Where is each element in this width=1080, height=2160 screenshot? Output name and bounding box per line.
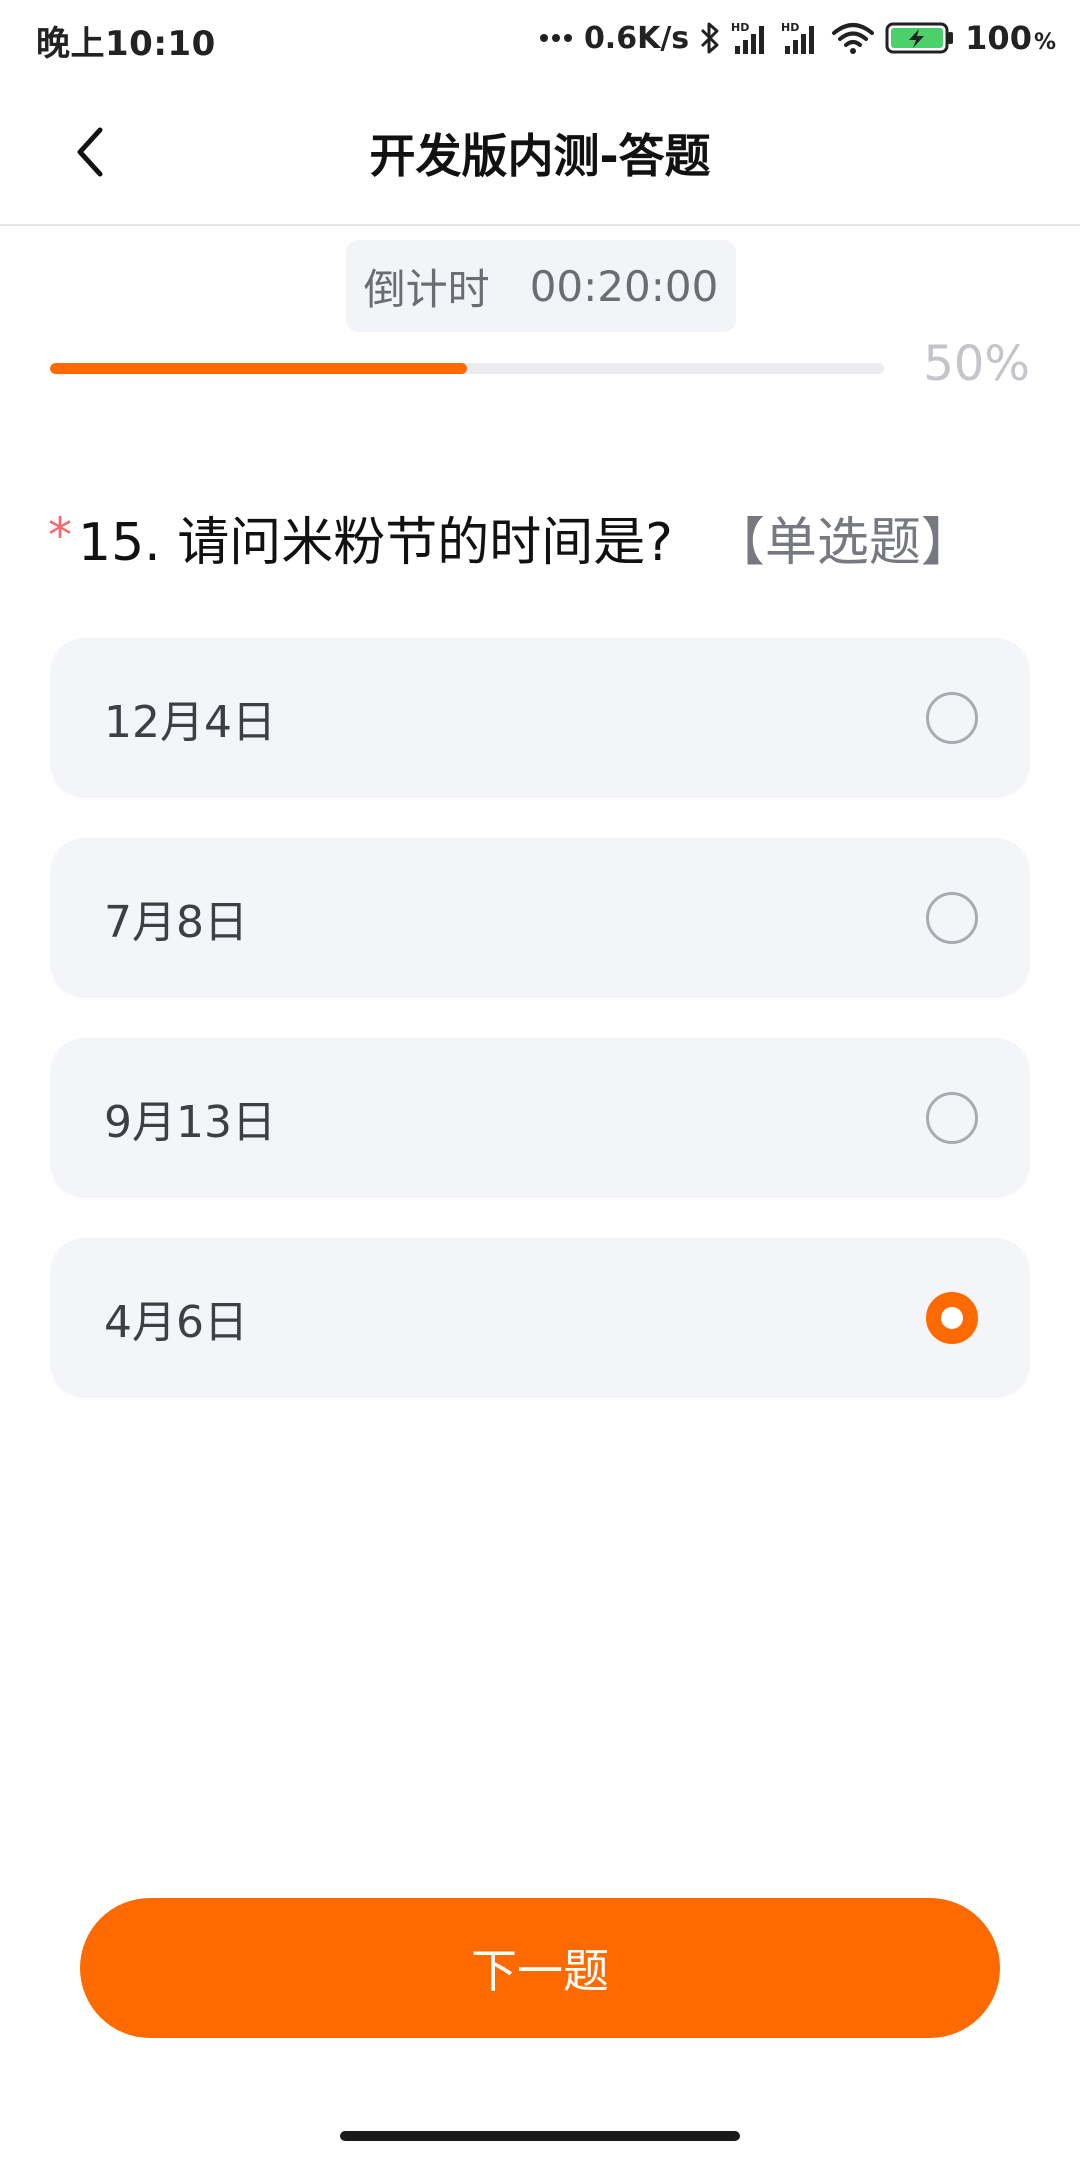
more-dots-icon: [538, 32, 574, 44]
status-time: 晚上10:10: [36, 24, 216, 64]
signal-icon-1: HD: [731, 20, 771, 56]
status-bar: 晚上10:10 0.6K/s HD HD 100%: [0, 0, 1080, 76]
countdown-timer: 倒计时 00:20:00: [346, 240, 736, 332]
option-item[interactable]: 9月13日: [50, 1038, 1030, 1198]
battery-level: 100%: [965, 19, 1056, 57]
option-item[interactable]: 4月6日: [50, 1238, 1030, 1398]
countdown-label: 倒计时: [363, 264, 490, 314]
status-icons: 0.6K/s HD HD 100%: [538, 14, 1056, 62]
signal-2-hd-label: HD: [781, 21, 799, 34]
signal-1-hd-label: HD: [731, 21, 749, 34]
question-type: 【单选题】: [712, 513, 973, 573]
progress-bar: [50, 363, 884, 374]
required-mark: *: [48, 508, 72, 564]
page-title: 开发版内测-答题: [369, 129, 711, 183]
progress-percent: 50%: [923, 336, 1030, 392]
question-text: 15. 请问米粉节的时间是?: [78, 513, 673, 573]
option-label: 9月13日: [104, 1097, 276, 1148]
countdown-value: 00:20:00: [529, 261, 719, 311]
question: * 15. 请问米粉节的时间是? 【单选题】: [48, 500, 1048, 575]
option-label: 12月4日: [104, 697, 276, 748]
battery-icon: [885, 21, 955, 55]
option-label: 7月8日: [104, 897, 248, 948]
network-speed: 0.6K/s: [583, 20, 690, 56]
option-item[interactable]: 7月8日: [50, 838, 1030, 998]
header: 开发版内测-答题: [0, 76, 1080, 226]
options-list: 12月4日 7月8日 9月13日 4月6日: [50, 638, 1030, 1438]
radio-button[interactable]: [926, 692, 978, 744]
radio-button[interactable]: [926, 1092, 978, 1144]
gesture-bar: [340, 2131, 740, 2141]
option-label: 4月6日: [104, 1297, 248, 1348]
progress-fill: [50, 363, 467, 374]
battery-unit: %: [1033, 30, 1056, 55]
wifi-icon: [831, 21, 875, 55]
radio-button[interactable]: [926, 892, 978, 944]
radio-button[interactable]: [926, 1292, 978, 1344]
bluetooth-icon: [699, 21, 721, 55]
signal-icon-2: HD: [781, 20, 821, 56]
battery-value: 100: [965, 19, 1032, 57]
option-item[interactable]: 12月4日: [50, 638, 1030, 798]
next-question-button[interactable]: 下一题: [80, 1898, 1000, 2038]
